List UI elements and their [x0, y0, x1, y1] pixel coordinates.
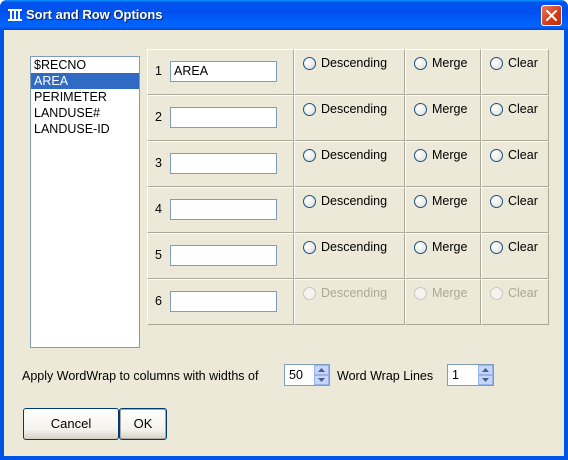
row-number: 6 — [155, 294, 162, 308]
sort-row: 6 Descending Merge Clear — [147, 279, 549, 325]
row-number: 1 — [155, 64, 162, 78]
sort-key-cell: 6 — [147, 279, 294, 325]
clear-cell: Clear — [481, 233, 549, 279]
sort-key-cell: 2 — [147, 95, 294, 141]
list-item[interactable]: PERIMETER — [31, 89, 139, 105]
wordwrap-lines-label: Word Wrap Lines — [337, 369, 434, 383]
sort-row: 5 Descending Merge Clear — [147, 233, 549, 279]
list-item[interactable]: $RECNO — [31, 57, 139, 73]
merge-label: Merge — [432, 148, 468, 162]
sort-key-field[interactable] — [170, 245, 277, 266]
merge-label: Merge — [432, 194, 468, 208]
descending-cell: Descending — [294, 233, 405, 279]
wordwrap-lines-spinner[interactable]: 1 — [447, 364, 494, 386]
spin-up-button[interactable] — [478, 365, 493, 375]
field-listbox[interactable]: $RECNO AREA PERIMETER LANDUSE# LANDUSE-ID — [30, 56, 140, 348]
row-number: 3 — [155, 156, 162, 170]
dialog-body: $RECNO AREA PERIMETER LANDUSE# LANDUSE-ID 1A… — [4, 30, 564, 456]
clear-label: Clear — [508, 240, 538, 254]
wordwrap-width-spinner[interactable]: 50 — [284, 364, 330, 386]
clear-cell: Clear — [481, 279, 549, 325]
clear-label: Clear — [508, 286, 538, 300]
descending-label: Descending — [321, 240, 388, 254]
clear-label: Clear — [508, 148, 538, 162]
merge-cell: Merge — [405, 279, 481, 325]
descending-cell: Descending — [294, 187, 405, 233]
sort-key-cell: 1 AREA — [147, 49, 294, 95]
merge-cell: Merge — [405, 187, 481, 233]
row-number: 2 — [155, 110, 162, 124]
sort-grid: 1 AREA Descending Merge Clear 2 Descending Merg… — [147, 49, 549, 325]
sort-key-field[interactable] — [170, 291, 277, 312]
descending-cell: Descending — [294, 279, 405, 325]
merge-cell: Merge — [405, 233, 481, 279]
list-item[interactable]: LANDUSE-ID — [31, 121, 139, 137]
clear-cell: Clear — [481, 187, 549, 233]
descending-label: Descending — [321, 148, 388, 162]
close-icon — [546, 10, 557, 21]
sort-key-field[interactable] — [170, 199, 277, 220]
merge-label: Merge — [432, 286, 468, 300]
merge-label: Merge — [432, 240, 468, 254]
cancel-button[interactable]: Cancel — [23, 408, 119, 440]
merge-cell: Merge — [405, 49, 481, 95]
spin-down-button[interactable] — [478, 375, 493, 385]
spin-down-icon — [482, 378, 489, 382]
descending-label: Descending — [321, 194, 388, 208]
clear-label: Clear — [508, 194, 538, 208]
clear-cell: Clear — [481, 49, 549, 95]
sort-row: 1 AREA Descending Merge Clear — [147, 49, 549, 95]
close-button[interactable] — [541, 5, 562, 26]
spin-up-icon — [318, 368, 325, 372]
spin-down-icon — [318, 378, 325, 382]
sort-key-field[interactable] — [170, 153, 277, 174]
list-item[interactable]: LANDUSE# — [31, 105, 139, 121]
app-icon — [8, 9, 22, 21]
descending-label: Descending — [321, 286, 388, 300]
descending-label: Descending — [321, 102, 388, 116]
merge-cell: Merge — [405, 141, 481, 187]
wordwrap-width-value[interactable]: 50 — [289, 368, 303, 382]
clear-label: Clear — [508, 102, 538, 116]
descending-label: Descending — [321, 56, 388, 70]
merge-cell: Merge — [405, 95, 481, 141]
merge-label: Merge — [432, 102, 468, 116]
row-number: 4 — [155, 202, 162, 216]
window-title: Sort and Row Options — [26, 7, 163, 22]
spin-up-icon — [482, 368, 489, 372]
sort-key-cell: 3 — [147, 141, 294, 187]
wordwrap-lines-value[interactable]: 1 — [452, 368, 459, 382]
sort-key-cell: 4 — [147, 187, 294, 233]
descending-cell: Descending — [294, 95, 405, 141]
spin-up-button[interactable] — [314, 365, 329, 375]
sort-row-options-window: Sort and Row Options $RECNO AREA PERIMETER… — [0, 0, 568, 460]
sort-key-field[interactable] — [170, 107, 277, 128]
clear-cell: Clear — [481, 95, 549, 141]
sort-key-field[interactable]: AREA — [170, 61, 277, 82]
ok-button[interactable]: OK — [119, 408, 167, 440]
row-number: 5 — [155, 248, 162, 262]
clear-label: Clear — [508, 56, 538, 70]
wordwrap-label: Apply WordWrap to columns with widths of — [22, 369, 259, 383]
merge-label: Merge — [432, 56, 468, 70]
title-bar[interactable]: Sort and Row Options — [0, 0, 568, 30]
descending-cell: Descending — [294, 141, 405, 187]
sort-row: 4 Descending Merge Clear — [147, 187, 549, 233]
sort-key-cell: 5 — [147, 233, 294, 279]
spin-down-button[interactable] — [314, 375, 329, 385]
sort-row: 2 Descending Merge Clear — [147, 95, 549, 141]
clear-cell: Clear — [481, 141, 549, 187]
sort-row: 3 Descending Merge Clear — [147, 141, 549, 187]
descending-cell: Descending — [294, 49, 405, 95]
list-item[interactable]: AREA — [31, 73, 139, 89]
